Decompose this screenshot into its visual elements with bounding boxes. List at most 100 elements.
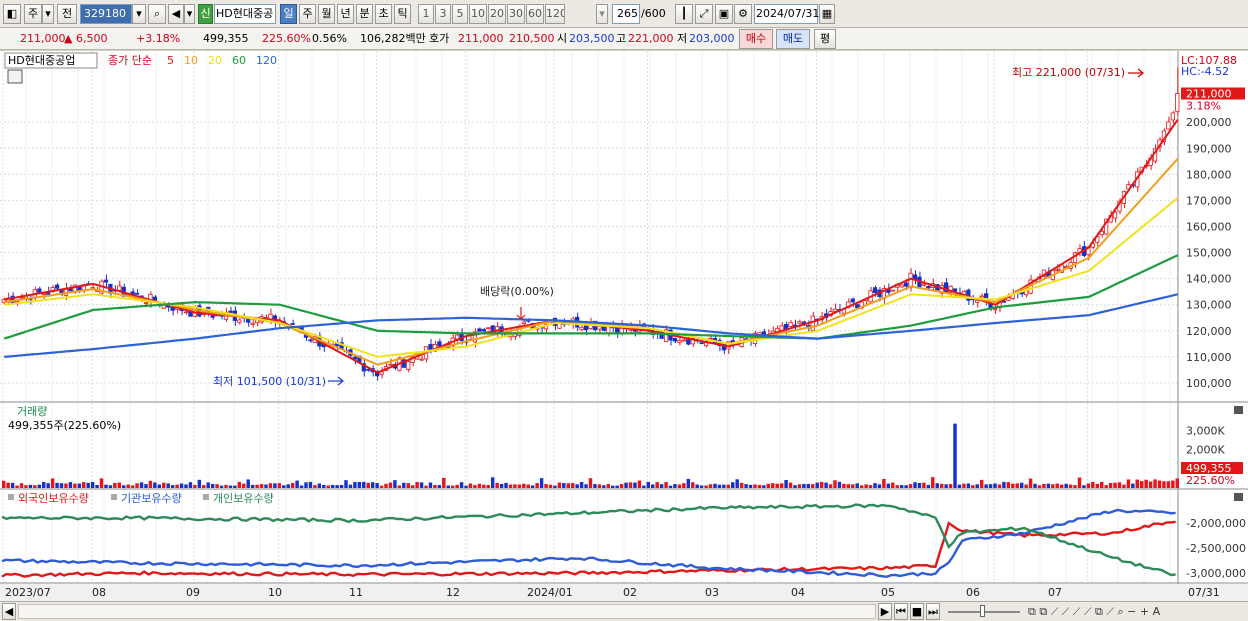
volume-bar [242,483,246,488]
candle [921,283,927,286]
stop-icon[interactable]: ■ [910,603,924,620]
scroll-left-icon[interactable]: ◀ [2,603,16,620]
chevron-down-icon[interactable]: ▾ [42,4,54,24]
volume-bar [477,483,482,488]
candle [872,287,878,294]
volume-bar [126,484,130,488]
prev-button[interactable]: 전 [57,4,77,24]
tool-icon[interactable]: ⤢ [695,4,713,24]
minute-60[interactable]: 60 [526,4,544,24]
candle [1175,93,1180,112]
zoom-slider-thumb[interactable] [980,605,985,617]
volume-bar [1011,483,1015,488]
minute-20[interactable]: 20 [488,4,506,24]
period-2[interactable]: 월 [318,4,335,24]
first-icon[interactable]: ⏮ [894,603,908,620]
volume-bar [1064,483,1068,488]
volume-bar [793,485,797,488]
volume-bar [859,485,864,488]
stock-code-input[interactable]: 329180 [80,4,132,24]
x-tick: 2023/07 [5,586,51,599]
volume-bar [206,482,210,488]
count-input[interactable]: 265 [612,4,640,24]
last-icon[interactable]: ⏭ [926,603,940,620]
chevron-down-icon[interactable]: ▾ [596,4,608,24]
sell-button[interactable]: 매도 [776,29,810,49]
volume-bar [455,484,459,488]
chart-area[interactable]: 200,000 190,000 180,000 170,000 160,000 150,0… [0,51,1248,601]
search-icon[interactable]: ⌕ [148,4,166,24]
volume-bar [19,483,24,488]
window-menu-icon[interactable]: ◧ [3,4,21,24]
x-tick: 03 [705,586,719,599]
volume-bar [1153,479,1157,488]
volume-bar [362,481,366,488]
buy-button[interactable]: 매수 [739,29,773,49]
table-icon[interactable] [7,69,23,84]
date-input[interactable]: 2024/07/31 [754,4,819,24]
volume-bar [913,482,917,488]
volume-bar [1042,484,1046,488]
volume-bar [486,484,490,488]
gear-icon[interactable]: ⚙ [734,4,752,24]
candle [406,360,411,370]
volume-bar [406,483,410,488]
period-1[interactable]: 주 [299,4,316,24]
holding-tick: -2,000,000 [1186,517,1246,530]
volume-bar [948,484,953,488]
volume-bar [464,485,468,488]
period-5[interactable]: 초 [375,4,392,24]
volume-bar [1028,478,1033,488]
volume-bar [735,479,739,488]
candle [597,326,602,330]
candle [521,321,526,324]
mode-select[interactable]: 주 [24,4,42,24]
minute-120[interactable]: 120 [545,4,565,24]
volume-bar [624,482,628,488]
minute-5[interactable]: 5 [452,4,468,24]
candle-type-icon[interactable]: ┃ [675,4,693,24]
volume-bar [410,485,415,488]
speaker-icon[interactable]: ◀ [168,4,184,24]
volume-bar [215,484,219,488]
volume-bar [1046,483,1051,488]
chevron-down-icon[interactable]: ▾ [184,4,195,24]
minute-1[interactable]: 1 [418,4,434,24]
high-price: 221,000 [628,32,674,45]
volume-bar [193,484,197,488]
volume-info: 499,355주(225.60%) [8,419,121,432]
volume-bar [811,484,815,488]
candle [788,322,793,327]
eval-button[interactable]: 평 [814,29,836,49]
x-tick: 07/31 [1188,586,1220,599]
ask-label: 호가 [429,32,450,45]
signal-badge[interactable]: 신 [198,4,213,24]
holding-panel-close-icon[interactable] [1234,493,1243,501]
save-icon[interactable]: ▣ [715,4,733,24]
stock-chart-svg[interactable]: 200,000 190,000 180,000 170,000 160,000 150,0… [0,51,1248,601]
minute-3[interactable]: 3 [435,4,451,24]
scrollbar-track[interactable] [18,604,876,619]
volume-panel-close-icon[interactable] [1234,406,1243,414]
x-tick: 09 [186,586,200,599]
drawing-tools[interactable]: ⧉ ⧉ ⟋ ⟋ ⟋ ⟋ ⧉ ⟋ ⌕ − + A [1028,603,1160,621]
code-dropdown-icon[interactable]: ▾ [132,4,146,24]
volume-bar [184,484,188,488]
calendar-icon[interactable]: ▦ [819,4,835,24]
volume-bar [828,484,833,488]
period-6[interactable]: 틱 [394,4,411,24]
period-4[interactable]: 분 [356,4,373,24]
volume-bar [975,484,979,488]
price-tick: 140,000 [1186,273,1232,286]
minute-30[interactable]: 30 [507,4,525,24]
volume-bar [397,485,402,488]
volume-bar [273,483,277,488]
volume-bar [339,485,344,488]
period-0[interactable]: 일 [280,4,297,24]
volume-bar [335,485,339,488]
price-change: ▲ 6,500 [64,32,108,45]
minute-10[interactable]: 10 [469,4,487,24]
candle [143,302,149,305]
scroll-right-icon[interactable]: ▶ [878,603,892,620]
period-3[interactable]: 년 [337,4,354,24]
